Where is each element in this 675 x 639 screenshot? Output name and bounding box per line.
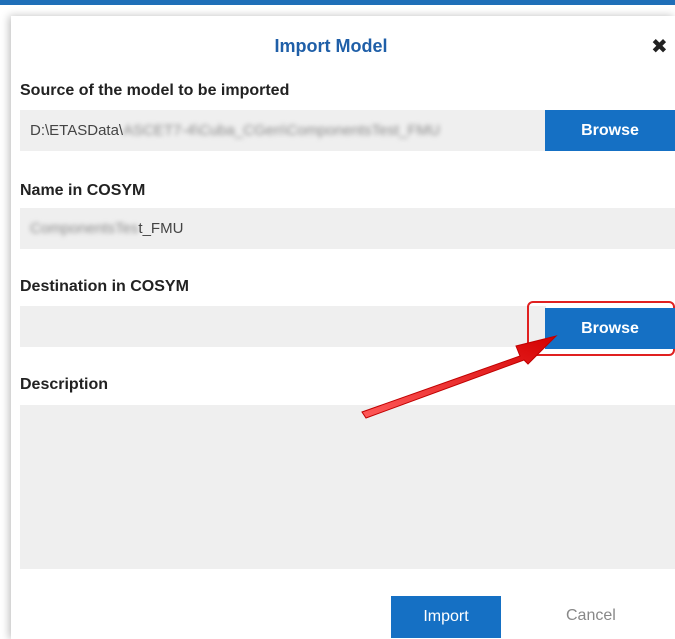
annotation-arrow-icon bbox=[361, 335, 558, 419]
